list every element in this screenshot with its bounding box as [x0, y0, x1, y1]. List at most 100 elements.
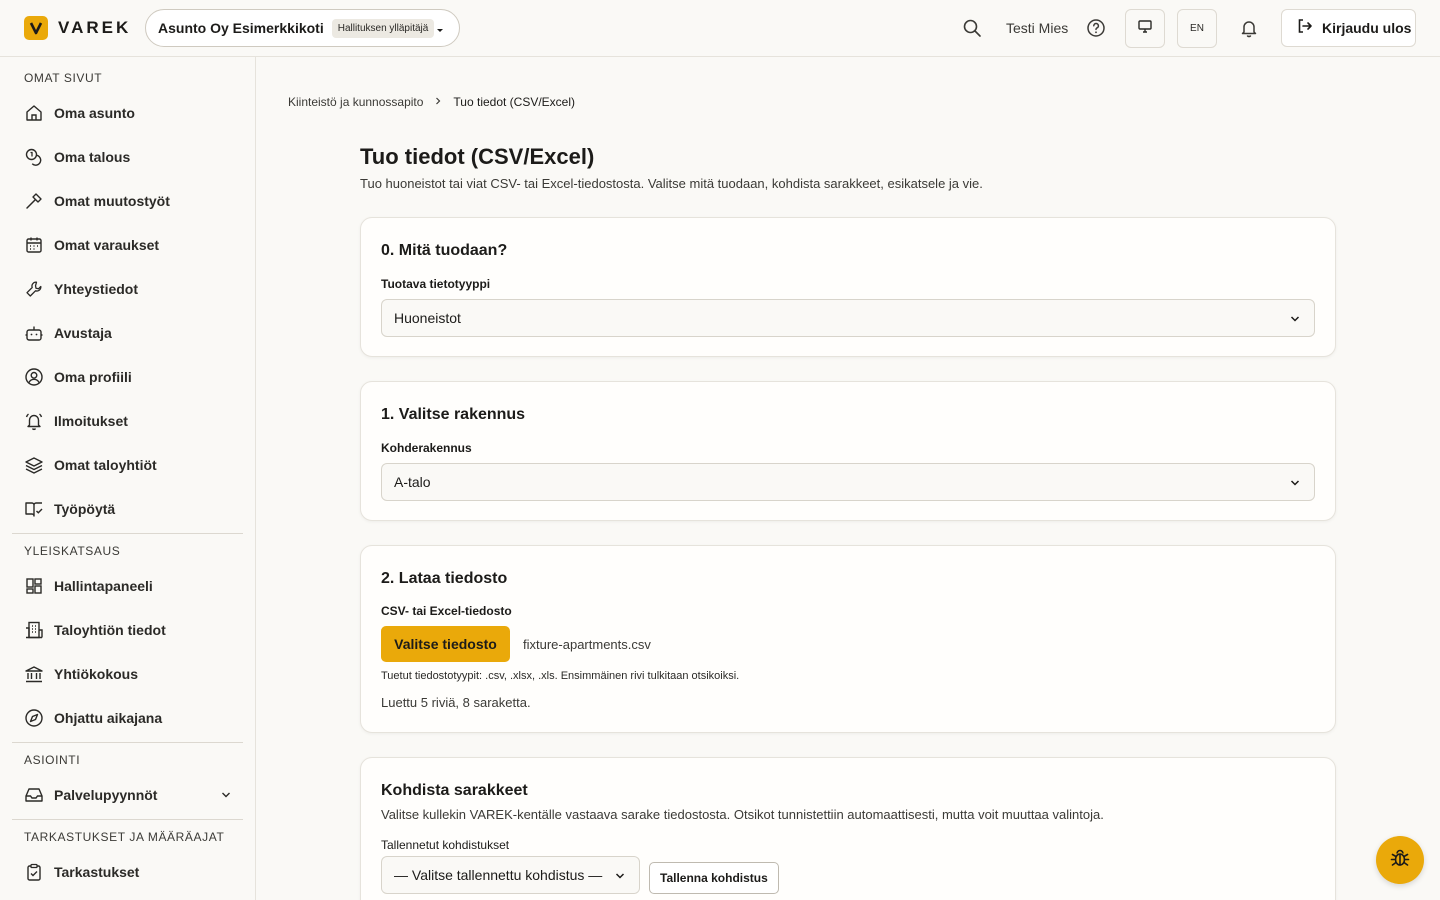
field-label: Tallennetut kohdistukset [381, 838, 510, 852]
sidebar-divider [12, 819, 243, 820]
card-title: Kohdista sarakkeet [381, 782, 528, 799]
building-icon [24, 620, 44, 640]
search-icon[interactable] [962, 18, 982, 43]
home-icon [24, 103, 44, 123]
sidebar-item-label: Yhteystiedot [54, 281, 139, 297]
logo-icon [24, 16, 48, 40]
sidebar-item-ohjattu-aikajana[interactable]: Ohjattu aikajana [12, 698, 243, 738]
card-title: 1. Valitse rakennus [381, 406, 526, 423]
organization-switcher[interactable]: Asunto Oy Esimerkkikoti Hallituksen yllä… [145, 9, 460, 47]
sidebar-item-label: Palvelupyynnöt [54, 787, 158, 803]
clipboard-check-icon [24, 862, 44, 882]
sidebar-item-label: Hallintapaneeli [54, 578, 153, 594]
bug-icon [1389, 847, 1411, 874]
sidebar-section-title: OMAT SIVUT [24, 71, 103, 85]
sidebar-item-label: Avustaja [54, 325, 112, 341]
file-type-hint: Tuetut tiedostotyypit: .csv, .xlsx, .xls… [381, 670, 740, 682]
sidebar-section-title: TARKASTUKSET JA MÄÄRÄAJAT [24, 830, 225, 844]
notifications-bell-icon[interactable] [1239, 18, 1259, 43]
breadcrumb: Kiinteistö ja kunnossapito Tuo tiedot (C… [288, 95, 575, 109]
saved-mapping-select[interactable]: — Valitse tallennettu kohdistus — [381, 856, 640, 894]
select-value: — Valitse tallennettu kohdistus — [394, 867, 603, 883]
chevron-down-icon [613, 869, 627, 886]
sidebar-item-yhtiokokous[interactable]: Yhtiökokous [12, 654, 243, 694]
sidebar-item-label: Työpöytä [54, 501, 116, 517]
select-value: Huoneistot [394, 310, 461, 326]
sidebar-item-label: Oma talous [54, 149, 131, 165]
sidebar-item-taloyhtion-tiedot[interactable]: Taloyhtiön tiedot [12, 610, 243, 650]
card-title: 2. Lataa tiedosto [381, 570, 508, 587]
breadcrumb-parent-link[interactable]: Kiinteistö ja kunnossapito [288, 95, 423, 109]
chevron-down-icon [1288, 312, 1302, 329]
card-title: 0. Mitä tuodaan? [381, 242, 508, 259]
sidebar-section-title: YLEISKATSAUS [24, 544, 121, 558]
sidebar-item-oma-profiili[interactable]: Oma profiili [12, 357, 243, 397]
file-upload-card: 2. Lataa tiedosto CSV- tai Excel-tiedost… [360, 545, 1336, 733]
logout-button[interactable]: Kirjaudu ulos [1281, 9, 1416, 47]
logo[interactable]: VAREK [24, 16, 131, 40]
calendar-icon [24, 235, 44, 255]
sidebar-item-omat-muutostyot[interactable]: Omat muutostyöt [12, 181, 243, 221]
import-type-select[interactable]: Huoneistot [381, 299, 1315, 337]
import-type-card: 0. Mitä tuodaan? Tuotava tietotyyppi Huo… [360, 217, 1336, 357]
sidebar-item-omat-taloyhtiot[interactable]: Omat taloyhtiöt [12, 445, 243, 485]
monitor-icon [1137, 18, 1153, 39]
coins-icon [24, 147, 44, 167]
organization-name: Asunto Oy Esimerkkikoti [158, 20, 324, 36]
wrench-icon [24, 279, 44, 299]
page-description: Tuo huoneistot tai viat CSV- tai Excel-t… [360, 176, 983, 191]
sidebar-item-yhteystiedot[interactable]: Yhteystiedot [12, 269, 243, 309]
sidebar-item-label: Omat taloyhtiöt [54, 457, 157, 473]
display-mode-button[interactable] [1125, 9, 1165, 48]
sidebar-item-palvelupyynnot[interactable]: Palvelupyynnöt [12, 775, 243, 815]
caret-down-icon [435, 22, 445, 40]
sidebar-divider [12, 533, 243, 534]
landmark-icon [24, 664, 44, 684]
language-button[interactable]: EN [1177, 9, 1217, 48]
dashboard-icon [24, 576, 44, 596]
field-label: Kohderakennus [381, 441, 472, 455]
breadcrumb-current: Tuo tiedot (CSV/Excel) [453, 95, 576, 109]
sidebar-item-hallintapaneeli[interactable]: Hallintapaneeli [12, 566, 243, 606]
bell-ring-icon [24, 411, 44, 431]
sidebar-item-label: Ilmoitukset [54, 413, 128, 429]
bot-icon [24, 323, 44, 343]
user-name[interactable]: Testi Mies [1006, 20, 1068, 36]
sidebar-item-avustaja[interactable]: Avustaja [12, 313, 243, 353]
building-card: 1. Valitse rakennus Kohderakennus A-talo [360, 381, 1336, 521]
page-title: Tuo tiedot (CSV/Excel) [360, 144, 595, 169]
sidebar: OMAT SIVUT Oma asunto Oma talous Omat mu… [0, 57, 256, 900]
language-label: EN [1190, 23, 1204, 34]
hammer-icon [24, 191, 44, 211]
compass-icon [24, 708, 44, 728]
chevron-right-icon [433, 95, 443, 109]
sidebar-item-tyopoyta[interactable]: Työpöytä [12, 489, 243, 529]
field-label: Tuotava tietotyyppi [381, 277, 491, 291]
sidebar-item-oma-talous[interactable]: Oma talous [12, 137, 243, 177]
sidebar-item-label: Omat muutostyöt [54, 193, 170, 209]
sidebar-item-tarkastukset[interactable]: Tarkastukset [12, 852, 243, 892]
sidebar-item-omat-varaukset[interactable]: Omat varaukset [12, 225, 243, 265]
sidebar-item-label: Ohjattu aikajana [54, 710, 163, 726]
sidebar-item-label: Yhtiökokous [54, 666, 139, 682]
help-icon[interactable] [1086, 18, 1106, 43]
role-badge: Hallituksen ylläpitäjä [331, 18, 435, 38]
sidebar-item-label: Oma profiili [54, 369, 132, 385]
sidebar-section-title: ASIOINTI [24, 753, 81, 767]
top-bar: VAREK Asunto Oy Esimerkkikoti Hallitukse… [0, 0, 1440, 57]
sidebar-item-oma-asunto[interactable]: Oma asunto [12, 93, 243, 133]
logo-text: VAREK [58, 18, 132, 37]
sidebar-item-label: Oma asunto [54, 105, 135, 121]
bug-report-button[interactable] [1376, 836, 1424, 884]
sidebar-item-label: Tarkastukset [54, 864, 140, 880]
chevron-down-icon[interactable] [219, 788, 233, 807]
layers-icon [24, 455, 44, 475]
mapping-description: Valitse kullekin VAREK-kentälle vastaava… [381, 807, 1104, 822]
sidebar-item-ilmoitukset[interactable]: Ilmoitukset [12, 401, 243, 441]
building-select[interactable]: A-talo [381, 463, 1315, 501]
save-mapping-button[interactable]: Tallenna kohdistus [649, 862, 779, 894]
selected-file-name: fixture-apartments.csv [523, 637, 651, 652]
choose-file-button[interactable]: Valitse tiedosto [381, 626, 510, 662]
column-mapping-card: Kohdista sarakkeet Valitse kullekin VARE… [360, 757, 1336, 900]
logout-icon [1296, 17, 1314, 40]
